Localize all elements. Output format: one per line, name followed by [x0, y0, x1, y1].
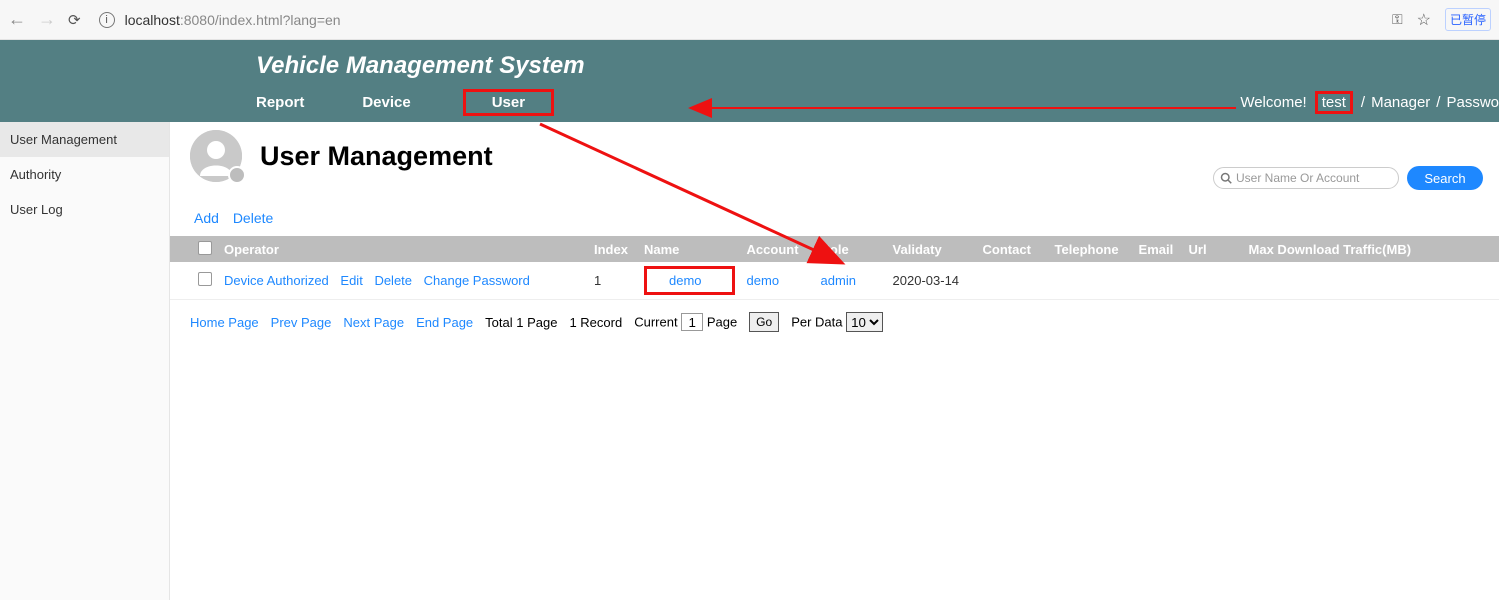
cell-name-highlight: demo [644, 266, 735, 295]
col-email: Email [1133, 236, 1183, 262]
table-header-row: Operator Index Name Account Role Validat… [170, 236, 1499, 262]
page-next[interactable]: Next Page [343, 315, 404, 330]
nav-user[interactable]: User [486, 90, 531, 115]
search-icon [1220, 172, 1232, 184]
sidebar-item-authority[interactable]: Authority [0, 157, 169, 192]
app-header: Vehicle Management System Report Device … [0, 40, 1499, 122]
per-data-select[interactable]: 10 [846, 312, 883, 332]
welcome-area: Welcome! test / Manager / Passwo [1240, 91, 1499, 114]
cell-validaty: 2020-03-14 [887, 262, 977, 300]
pagination: Home Page Prev Page Next Page End Page T… [190, 312, 1499, 332]
separator: / [1361, 94, 1365, 111]
address-bar[interactable]: localhost:8080/index.html?lang=en [125, 12, 1382, 28]
page-current-label: Current [634, 315, 677, 330]
separator: / [1436, 94, 1440, 111]
col-contact: Contact [977, 236, 1049, 262]
cell-index: 1 [588, 262, 638, 300]
nav-user-highlight: User [463, 89, 554, 116]
star-icon[interactable]: ☆ [1417, 10, 1431, 30]
delete-link[interactable]: Delete [233, 210, 273, 226]
cell-account[interactable]: demo [747, 273, 780, 288]
col-index: Index [588, 236, 638, 262]
user-table: Operator Index Name Account Role Validat… [170, 236, 1499, 300]
forward-icon[interactable]: → [38, 9, 56, 30]
add-link[interactable]: Add [194, 210, 219, 226]
paused-button[interactable]: 已暂停 [1445, 8, 1491, 31]
current-role[interactable]: Manager [1371, 94, 1430, 111]
current-user[interactable]: test [1322, 94, 1346, 111]
nav-report[interactable]: Report [250, 90, 310, 115]
col-operator: Operator [218, 236, 588, 262]
top-nav: Report Device User [250, 89, 554, 116]
url-path: /index.html?lang=en [215, 12, 341, 28]
col-validaty: Validaty [887, 236, 977, 262]
page-title: User Management [260, 141, 493, 172]
search-button[interactable]: Search [1407, 166, 1483, 190]
select-all-checkbox[interactable] [198, 241, 212, 255]
password-link[interactable]: Passwo [1446, 94, 1499, 111]
page-record: 1 Record [569, 315, 622, 330]
app-title: Vehicle Management System [256, 52, 585, 80]
row-delete-link[interactable]: Delete [374, 273, 412, 288]
col-max-traffic: Max Download Traffic(MB) [1243, 236, 1499, 262]
cell-telephone [1049, 262, 1133, 300]
change-password-link[interactable]: Change Password [424, 273, 530, 288]
page-end[interactable]: End Page [416, 315, 473, 330]
page-home[interactable]: Home Page [190, 315, 259, 330]
content-area: User Management User Name Or Account Sea… [170, 122, 1499, 600]
per-data-label: Per Data [791, 315, 842, 330]
current-user-highlight: test [1315, 91, 1353, 114]
col-role: Role [815, 236, 887, 262]
row-checkbox[interactable] [198, 272, 212, 286]
browser-chrome: ← → ⟳ i localhost:8080/index.html?lang=e… [0, 0, 1499, 40]
avatar-icon [190, 130, 242, 182]
key-icon[interactable]: ⚿ [1392, 11, 1403, 28]
site-info-icon[interactable]: i [99, 12, 115, 28]
col-telephone: Telephone [1049, 236, 1133, 262]
welcome-label: Welcome! [1240, 94, 1306, 111]
device-authorized-link[interactable]: Device Authorized [224, 273, 329, 288]
cell-role[interactable]: admin [821, 273, 856, 288]
cell-max-traffic [1243, 262, 1499, 300]
sidebar-item-user-log[interactable]: User Log [0, 192, 169, 227]
cell-url [1183, 262, 1243, 300]
url-port: :8080 [180, 12, 215, 28]
cell-email [1133, 262, 1183, 300]
search-placeholder: User Name Or Account [1236, 171, 1359, 185]
table-row: Device Authorized Edit Delete Change Pas… [170, 262, 1499, 300]
sidebar: User Management Authority User Log [0, 122, 170, 600]
page-prev[interactable]: Prev Page [271, 315, 332, 330]
page-total: Total 1 Page [485, 315, 557, 330]
back-icon[interactable]: ← [8, 9, 26, 30]
col-account: Account [741, 236, 815, 262]
col-name: Name [638, 236, 741, 262]
col-url: Url [1183, 236, 1243, 262]
page-number-input[interactable] [681, 313, 703, 331]
nav-device[interactable]: Device [356, 90, 416, 115]
reload-icon[interactable]: ⟳ [68, 11, 81, 29]
cell-contact [977, 262, 1049, 300]
gear-icon [228, 166, 246, 184]
search-input[interactable]: User Name Or Account [1213, 167, 1399, 189]
page-unit: Page [707, 315, 737, 330]
edit-link[interactable]: Edit [340, 273, 362, 288]
cell-name[interactable]: demo [669, 273, 702, 288]
go-button[interactable]: Go [749, 312, 779, 332]
url-host: localhost [125, 12, 180, 28]
sidebar-item-user-management[interactable]: User Management [0, 122, 169, 157]
